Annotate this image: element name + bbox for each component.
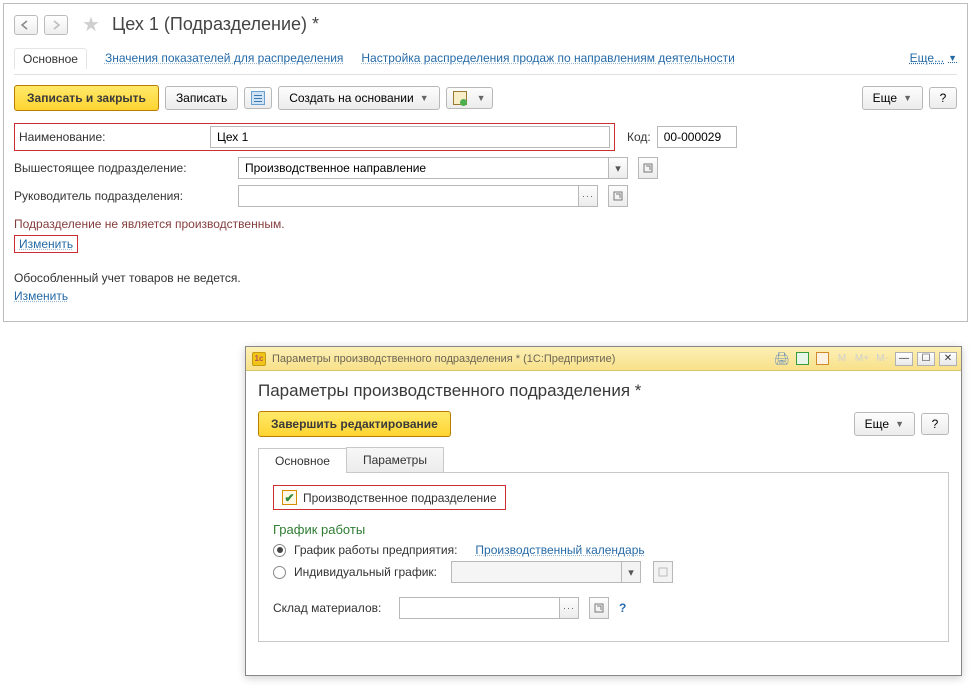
parent-input[interactable] (238, 157, 608, 179)
manager-select-button[interactable]: ··· (578, 185, 598, 207)
production-calendar-link[interactable]: Производственный календарь (475, 543, 644, 557)
status-not-production: Подразделение не является производственн… (14, 217, 957, 231)
radio-company-schedule-row[interactable]: График работы предприятия: Производствен… (273, 543, 934, 557)
radio-company-schedule[interactable] (273, 544, 286, 557)
dialog-titlebar[interactable]: 1c Параметры производственного подраздел… (246, 347, 961, 371)
dialog-body: Параметры производственного подразделени… (246, 371, 961, 650)
row-manager: Руководитель подразделения: ··· (14, 185, 957, 207)
document-attach-icon (453, 91, 467, 105)
dialog-help-button[interactable]: ? (921, 413, 949, 435)
close-button[interactable]: ✕ (939, 352, 957, 366)
attachments-button[interactable]: ▼ (446, 87, 493, 109)
individual-schedule-combo: ▾ (451, 561, 641, 583)
create-based-button[interactable]: Создать на основании ▼ (278, 86, 439, 110)
parent-combo: ▾ (238, 157, 628, 179)
dialog-toolbar: Завершить редактирование Еще ▼ ? (258, 411, 949, 437)
manager-open-button[interactable] (608, 185, 628, 207)
dialog-heading: Параметры производственного подразделени… (258, 381, 949, 401)
nav-back-button[interactable] (14, 15, 38, 35)
materials-input[interactable] (399, 597, 559, 619)
tab-more-label: Еще... (910, 51, 944, 65)
m-icon[interactable]: M (833, 351, 851, 367)
dialog-tabs: Основное Параметры (258, 447, 949, 473)
toolbar: Записать и закрыть Записать Создать на о… (14, 85, 957, 111)
save-button[interactable]: Записать (165, 86, 238, 110)
chevron-down-icon: ▼ (477, 93, 486, 103)
dialog-tab-main[interactable]: Основное (258, 448, 347, 473)
dialog-titlebar-text: Параметры производственного подразделени… (272, 353, 615, 365)
manager-label: Руководитель подразделения: (14, 189, 232, 203)
materials-open-button[interactable] (589, 597, 609, 619)
name-label: Наименование: (19, 130, 204, 144)
more-actions-button[interactable]: Еще ▼ (862, 86, 923, 110)
create-based-label: Создать на основании (289, 91, 414, 105)
change-production-link[interactable]: Изменить (14, 235, 78, 253)
help-button[interactable]: ? (929, 87, 957, 109)
parent-label: Вышестоящее подразделение: (14, 161, 232, 175)
print-icon[interactable]: 🖨 (773, 351, 791, 367)
radio-individual-schedule[interactable] (273, 566, 286, 579)
materials-row: Склад материалов: ··· ? (273, 597, 934, 619)
radio-company-schedule-label: График работы предприятия: (294, 543, 457, 557)
save-close-button[interactable]: Записать и закрыть (14, 85, 159, 111)
list-icon (251, 91, 265, 105)
schedule-section-label: График работы (273, 522, 934, 537)
row-parent: Вышестоящее подразделение: ▾ (14, 157, 957, 179)
code-label: Код: (627, 130, 651, 144)
status-separate-accounting: Обособленный учет товаров не ведется. (14, 271, 957, 285)
code-input[interactable] (657, 126, 737, 148)
tab-indicators[interactable]: Значения показателей для распределения (105, 49, 343, 67)
production-checkbox-label: Производственное подразделение (303, 491, 497, 505)
nav-forward-button[interactable] (44, 15, 68, 35)
parent-dropdown-button[interactable]: ▾ (608, 157, 628, 179)
chevron-down-icon: ▼ (903, 93, 912, 103)
name-input[interactable] (210, 126, 610, 148)
main-window: ★ Цех 1 (Подразделение) * Основное Значе… (3, 3, 968, 322)
m-minus-icon[interactable]: M- (873, 351, 891, 367)
favorite-star-icon[interactable]: ★ (82, 12, 100, 37)
row-name: Наименование: Код: (14, 123, 957, 151)
manager-combo: ··· (238, 185, 598, 207)
calendar-green-icon[interactable] (793, 351, 811, 367)
tab-main[interactable]: Основное (14, 48, 87, 69)
production-checkbox-row[interactable]: ✔ Производственное подразделение (273, 485, 506, 510)
individual-schedule-input (451, 561, 621, 583)
materials-help-icon[interactable]: ? (619, 601, 626, 615)
dialog-more-label: Еще (865, 417, 889, 431)
radio-individual-schedule-label: Индивидуальный график: (294, 565, 437, 579)
list-view-button[interactable] (244, 87, 272, 109)
page-title: Цех 1 (Подразделение) * (112, 14, 319, 35)
header: ★ Цех 1 (Подразделение) * (14, 12, 957, 37)
dialog-more-button[interactable]: Еще ▼ (854, 412, 915, 436)
parent-open-button[interactable] (638, 157, 658, 179)
radio-individual-schedule-row[interactable]: Индивидуальный график: ▾ (273, 561, 934, 583)
individual-schedule-dropdown: ▾ (621, 561, 641, 583)
manager-input[interactable] (238, 185, 578, 207)
change-accounting-link[interactable]: Изменить (14, 289, 68, 303)
finish-editing-button[interactable]: Завершить редактирование (258, 411, 451, 437)
materials-combo: ··· (399, 597, 579, 619)
titlebar-icons: 🖨 M M+ M- — ☐ ✕ (773, 351, 957, 367)
production-params-dialog: 1c Параметры производственного подраздел… (245, 346, 962, 676)
chevron-down-icon: ▼ (948, 53, 957, 63)
materials-select-button[interactable]: ··· (559, 597, 579, 619)
dialog-tab-pane: ✔ Производственное подразделение График … (258, 473, 949, 642)
dialog-tab-params[interactable]: Параметры (346, 447, 444, 472)
section-tabs: Основное Значения показателей для распре… (14, 47, 957, 75)
tab-more[interactable]: Еще... ▼ (910, 51, 957, 65)
production-checkbox[interactable]: ✔ (282, 490, 297, 505)
materials-label: Склад материалов: (273, 601, 393, 615)
individual-schedule-open (653, 561, 673, 583)
more-label: Еще (873, 91, 897, 105)
m-plus-icon[interactable]: M+ (853, 351, 871, 367)
tab-sales-distribution[interactable]: Настройка распределения продаж по направ… (361, 49, 734, 67)
app-1c-icon: 1c (252, 352, 266, 366)
chevron-down-icon: ▼ (420, 93, 429, 103)
maximize-button[interactable]: ☐ (917, 352, 935, 366)
chevron-down-icon: ▼ (895, 419, 904, 429)
calendar-orange-icon[interactable] (813, 351, 831, 367)
minimize-button[interactable]: — (895, 352, 913, 366)
